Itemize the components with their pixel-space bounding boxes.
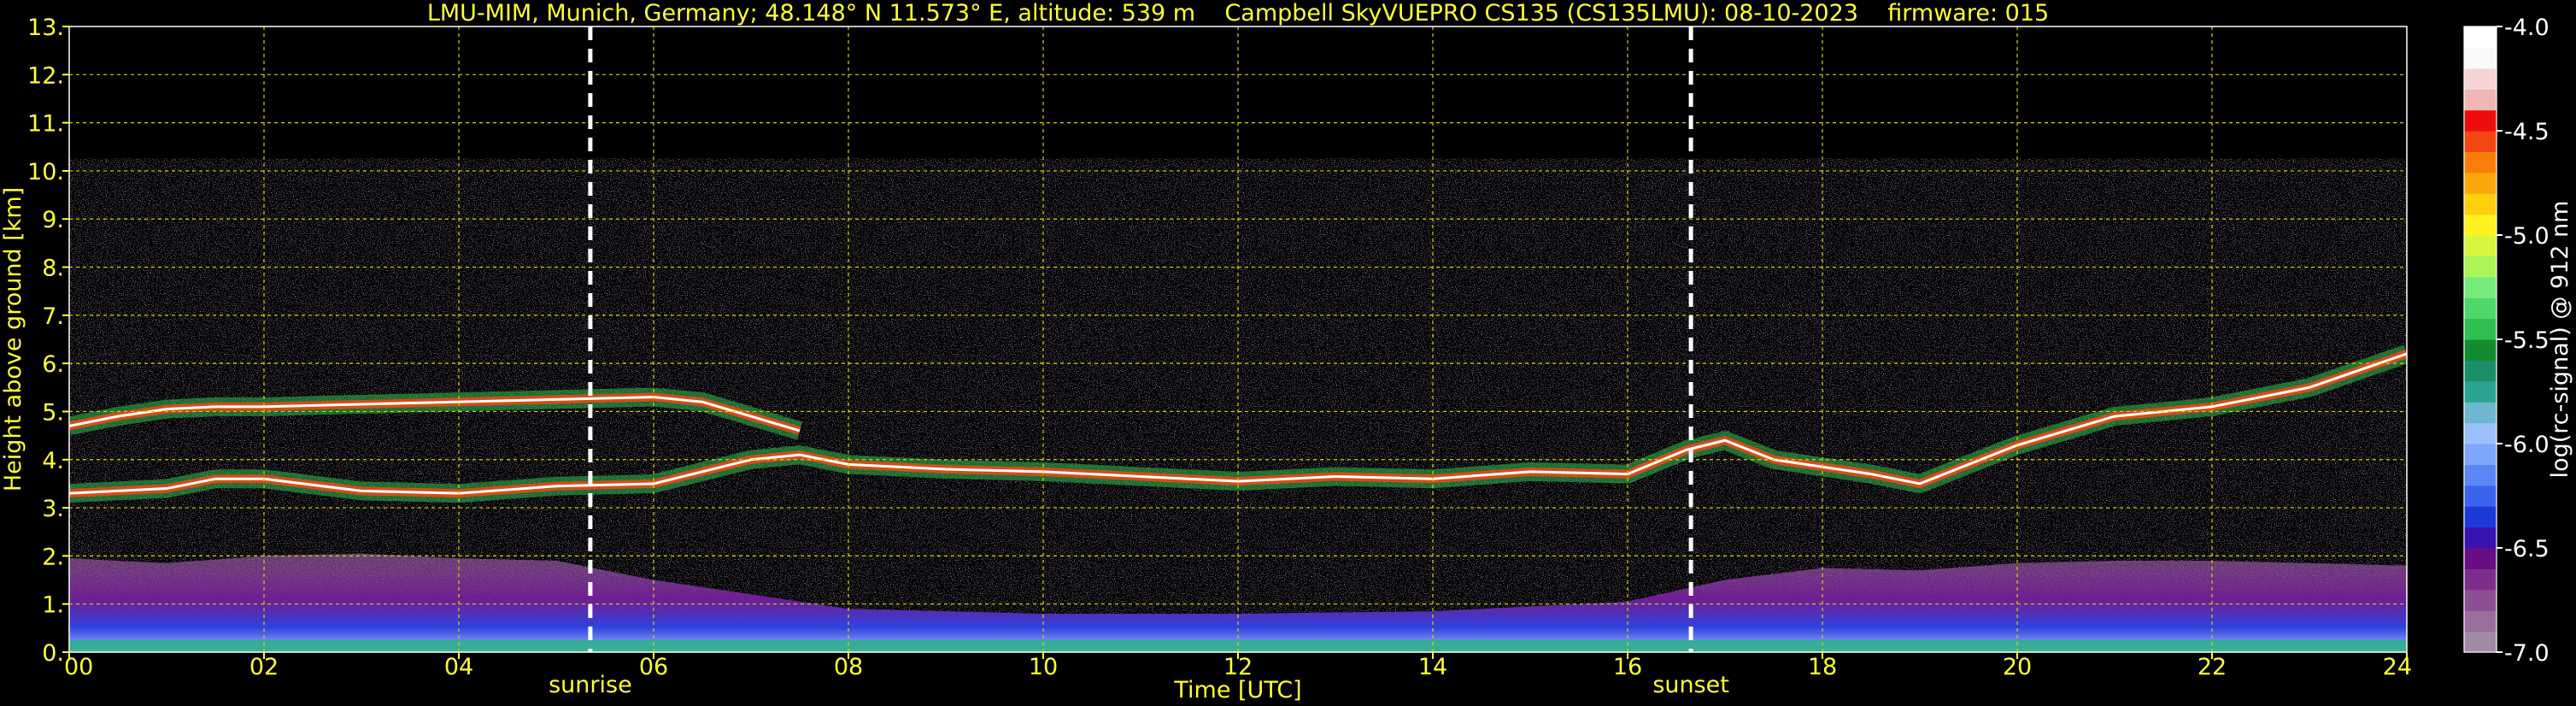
annotations: sunrise sunset <box>549 672 1729 698</box>
x-tick-label: 22 <box>2198 654 2227 680</box>
x-axis-label: Time [UTC] <box>1173 677 1301 703</box>
chart-title: LMU-MIM, Munich, Germany; 48.148° N 11.5… <box>427 0 2049 26</box>
colorbar-segment <box>2464 26 2497 48</box>
x-tick-label: 02 <box>249 654 279 680</box>
y-tick-label: 0. <box>42 640 64 667</box>
colorbar-segment <box>2464 548 2497 569</box>
x-tick-label: 24 <box>2383 654 2412 680</box>
y-tick-label: 2. <box>42 544 64 570</box>
colorbar-label: log(rc-signal) @ 912 nm <box>2547 201 2573 479</box>
y-tick-label: 11. <box>27 111 64 138</box>
sunset-label: sunset <box>1652 672 1729 698</box>
x-tick-label: 00 <box>64 654 93 680</box>
ceilometer-chart: LMU-MIM, Munich, Germany; 48.148° N 11.5… <box>0 0 2573 703</box>
colorbar: -4.0 -4.5 -5.0 -5.5 -6.0 -6.5 -7.0 <box>2463 15 2550 667</box>
y-tick-label: 3. <box>42 496 64 522</box>
x-tick-label: 20 <box>2003 654 2032 680</box>
colorbar-segment <box>2464 339 2497 361</box>
y-tick-label: 9. <box>42 207 64 233</box>
colorbar-segment <box>2464 485 2497 507</box>
y-tick-label: 8. <box>42 256 64 282</box>
x-tick-label: 16 <box>1613 654 1642 680</box>
colorbar-tick-label: -6.0 <box>2504 432 2550 458</box>
colorbar-segment <box>2464 89 2497 111</box>
colorbar-segment <box>2464 109 2497 132</box>
plot-area <box>68 26 2408 653</box>
colorbar-segment <box>2464 464 2497 486</box>
x-tick-label: 18 <box>1808 654 1837 680</box>
x-tick-label: 14 <box>1418 654 1447 680</box>
colorbar-segment <box>2464 631 2497 653</box>
colorbar-segment <box>2464 68 2497 90</box>
colorbar-segment <box>2464 568 2497 591</box>
colorbar-segment <box>2464 444 2497 465</box>
x-tick-label: 10 <box>1029 654 1058 680</box>
colorbar-segment <box>2464 318 2497 340</box>
colorbar-segment <box>2464 47 2497 69</box>
x-tick-label: 04 <box>444 654 473 680</box>
colorbar-segment <box>2464 506 2497 528</box>
colorbar-segment <box>2464 589 2497 611</box>
y-tick-label: 6. <box>42 351 64 378</box>
colorbar-segment <box>2464 131 2497 152</box>
colorbar-segment <box>2464 402 2497 424</box>
y-tick-label: 12. <box>27 62 64 89</box>
colorbar-tick-label: -4.0 <box>2504 15 2550 41</box>
colorbar-tick-label: -7.0 <box>2504 640 2550 667</box>
colorbar-segment <box>2464 422 2497 444</box>
y-tick-label: 13. <box>27 15 64 41</box>
colorbar-segment <box>2464 256 2497 278</box>
colorbar-tick-label: -4.5 <box>2504 119 2550 145</box>
colorbar-segment <box>2464 297 2497 320</box>
y-tick-label: 10. <box>27 159 64 185</box>
x-tick-label: 08 <box>834 654 863 680</box>
colorbar-segment <box>2464 527 2497 549</box>
colorbar-tick-label: -5.0 <box>2504 223 2550 250</box>
sunrise-label: sunrise <box>549 672 632 698</box>
colorbar-tick-label: -6.5 <box>2504 536 2550 562</box>
colorbar-segment <box>2464 276 2497 298</box>
colorbar-segment <box>2464 172 2497 194</box>
y-tick-label: 4. <box>42 448 64 474</box>
colorbar-segment <box>2464 610 2497 632</box>
y-tick-label: 1. <box>42 592 64 619</box>
colorbar-tick-label: -5.5 <box>2504 327 2550 354</box>
x-tick-label: 06 <box>639 654 668 680</box>
colorbar-segment <box>2464 360 2497 382</box>
y-tick-label: 7. <box>42 303 64 330</box>
y-axis-label: Height above ground [km] <box>0 187 26 491</box>
colorbar-segment <box>2464 380 2497 403</box>
colorbar-segment <box>2464 151 2497 174</box>
colorbar-segment <box>2464 193 2497 215</box>
colorbar-segment <box>2464 214 2497 236</box>
y-tick-label: 5. <box>42 399 64 426</box>
colorbar-segment <box>2464 235 2497 256</box>
y-axis: 0. 1. 2. 3. 4. 5. 6. 7. 8. 9. 10. 11. 12. 13. <box>27 15 69 667</box>
